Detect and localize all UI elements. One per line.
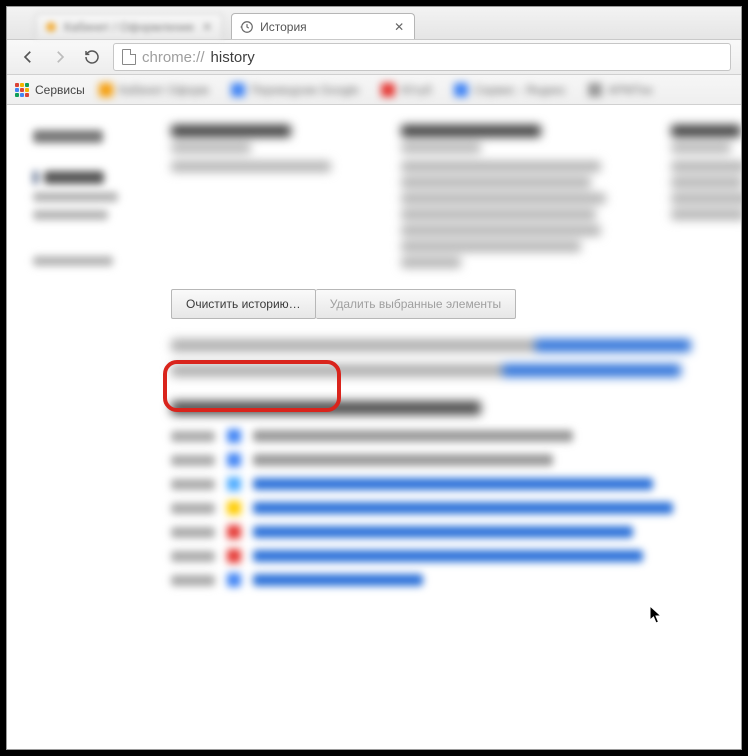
history-item[interactable]	[171, 501, 741, 515]
info-line	[171, 364, 681, 377]
history-title	[253, 454, 553, 466]
reload-button[interactable]	[81, 43, 103, 71]
history-title	[253, 502, 673, 514]
favicon-icon	[44, 20, 58, 34]
tab-label: Кабинет / Оформление	[64, 20, 194, 34]
favicon-icon	[227, 525, 241, 539]
tab-label: История	[260, 20, 307, 34]
history-item[interactable]	[171, 549, 741, 563]
history-sidebar	[33, 125, 143, 587]
history-title	[253, 574, 423, 586]
history-time	[171, 503, 215, 514]
bookmarks-bar: Сервисы Кабинет Оформ Переводчик Google …	[7, 75, 741, 105]
close-icon[interactable]: ✕	[392, 20, 406, 34]
history-item[interactable]	[171, 429, 741, 443]
history-list	[171, 429, 741, 587]
page-content: Очистить историю… Удалить выбранные элем…	[7, 105, 741, 749]
browser-window: Кабинет / Оформление ✕ История ✕ chrome:…	[6, 6, 742, 750]
history-time	[171, 527, 215, 538]
history-item[interactable]	[171, 573, 741, 587]
delete-selected-label: Удалить выбранные элементы	[330, 297, 501, 311]
info-line	[171, 339, 691, 352]
clear-history-label: Очистить историю…	[186, 297, 301, 311]
history-time	[171, 575, 215, 586]
favicon-icon	[227, 573, 241, 587]
apps-icon	[15, 83, 29, 97]
url-scheme: chrome://	[142, 49, 205, 66]
history-date-header	[171, 401, 481, 415]
history-title	[253, 550, 643, 562]
favicon-icon	[227, 501, 241, 515]
bookmarks-blurred: Кабинет Оформ Переводчик Google Ютуб Сер…	[99, 83, 653, 97]
history-title	[253, 478, 653, 490]
favicon-icon	[227, 429, 241, 443]
delete-selected-button[interactable]: Удалить выбранные элементы	[316, 289, 516, 319]
history-time	[171, 431, 215, 442]
history-item[interactable]	[171, 477, 741, 491]
tab-strip: Кабинет / Оформление ✕ История ✕	[7, 7, 741, 39]
cursor-icon	[649, 605, 663, 625]
history-time	[171, 479, 215, 490]
forward-button[interactable]	[49, 43, 71, 71]
history-icon	[240, 20, 254, 34]
history-item[interactable]	[171, 525, 741, 539]
history-title	[253, 430, 573, 442]
favicon-icon	[227, 477, 241, 491]
history-title	[253, 526, 633, 538]
favicon-icon	[227, 453, 241, 467]
history-time	[171, 455, 215, 466]
favicon-icon	[227, 549, 241, 563]
history-item[interactable]	[171, 453, 741, 467]
clear-history-button[interactable]: Очистить историю…	[171, 289, 316, 319]
url-path: history	[211, 49, 255, 66]
back-button[interactable]	[17, 43, 39, 71]
history-main: Очистить историю… Удалить выбранные элем…	[171, 125, 741, 587]
page-icon	[122, 49, 136, 65]
address-bar[interactable]: chrome:// history	[113, 43, 731, 71]
history-time	[171, 551, 215, 562]
apps-button[interactable]: Сервисы	[15, 83, 85, 97]
apps-label: Сервисы	[35, 83, 85, 97]
tab-inactive[interactable]: Кабинет / Оформление ✕	[35, 13, 223, 39]
tab-active[interactable]: История ✕	[231, 13, 415, 39]
close-icon[interactable]: ✕	[200, 20, 214, 34]
toolbar: chrome:// history	[7, 39, 741, 75]
